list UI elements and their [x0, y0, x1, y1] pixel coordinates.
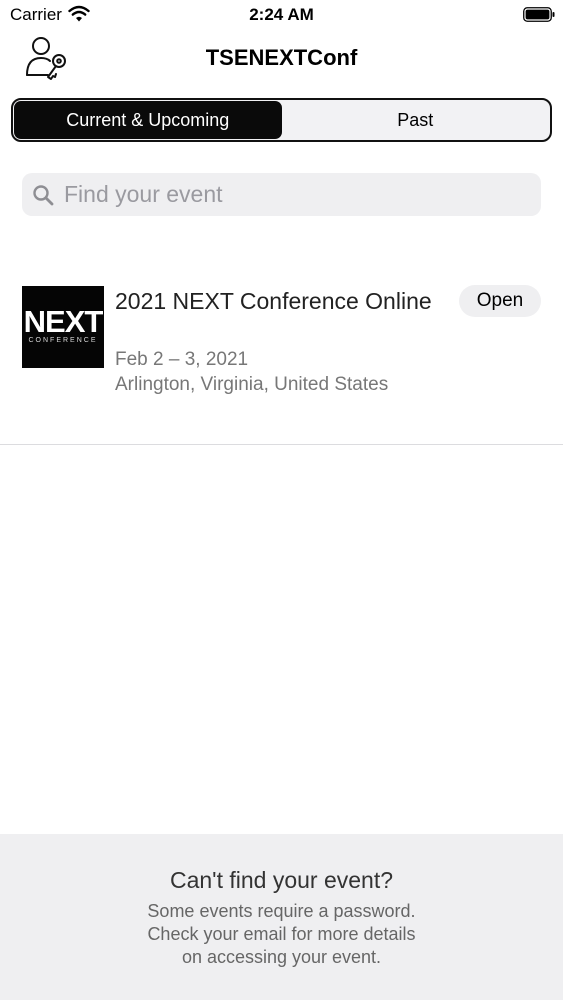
event-filter-segmented-control: Current & Upcoming Past [11, 98, 552, 142]
footer-line: Check your email for more details [147, 924, 416, 944]
segment-past[interactable]: Past [282, 101, 550, 139]
footer-title: Can't find your event? [169, 867, 394, 893]
footer-message: Some events require a password. Check yo… [0, 900, 563, 969]
footer-line: on accessing your event. [181, 947, 382, 967]
nav-title: TSENEXTConf [205, 45, 358, 70]
status-bar: Carrier 2:24 AM [0, 0, 563, 30]
app-screen: Carrier 2:24 AM TSENEXTConf Current & Up… [0, 0, 563, 1000]
open-event-button[interactable]: Open [459, 285, 541, 317]
segment-current-upcoming[interactable]: Current & Upcoming [14, 101, 282, 139]
event-list-item[interactable]: NEXT CONFERENCE 2021 NEXT Conference Onl… [0, 270, 563, 445]
help-footer: Can't find your event? Some events requi… [0, 834, 563, 1000]
search-icon [33, 185, 54, 206]
status-time: 2:24 AM [249, 5, 314, 24]
event-location: Arlington, Virginia, United States [115, 374, 389, 395]
search-bar [22, 173, 541, 216]
search-input[interactable] [64, 173, 524, 216]
event-logo-text: NEXT [23, 304, 104, 339]
navigation-bar: TSENEXTConf [0, 30, 563, 88]
footer-line: Some events require a password. [147, 901, 416, 921]
event-date: Feb 2 – 3, 2021 [115, 349, 249, 370]
event-logo-subtext: CONFERENCE [28, 337, 98, 344]
event-title: 2021 NEXT Conference Online [115, 288, 432, 314]
event-logo: NEXT CONFERENCE [22, 286, 104, 368]
battery-icon [523, 7, 555, 22]
